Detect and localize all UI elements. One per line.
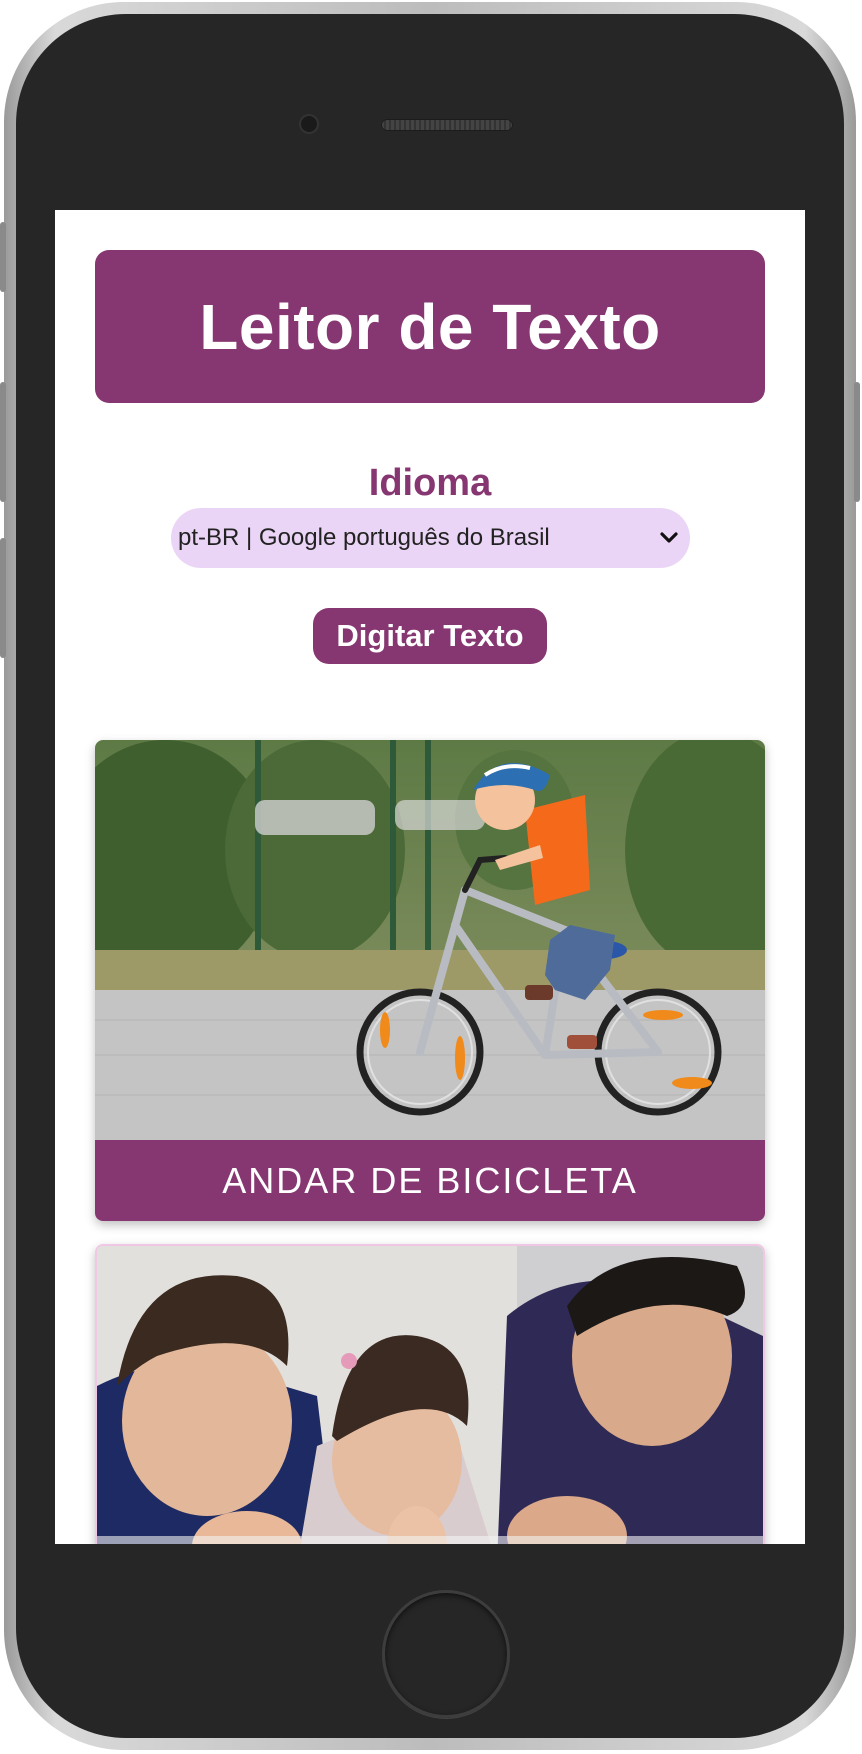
power-button xyxy=(854,382,860,502)
earpiece-speaker xyxy=(381,119,513,131)
home-button[interactable] xyxy=(382,1590,510,1718)
activity-card-prayer[interactable] xyxy=(95,1244,765,1544)
chevron-down-icon xyxy=(658,527,680,549)
volume-up-button xyxy=(0,382,6,502)
card-caption: ANDAR DE BICICLETA xyxy=(95,1140,765,1221)
activity-card-bicycle[interactable]: ANDAR DE BICICLETA xyxy=(95,740,765,1221)
app-header: Leitor de Texto xyxy=(95,250,765,403)
language-label: Idioma xyxy=(368,462,492,504)
bicycle-photo xyxy=(95,740,765,1140)
front-camera xyxy=(301,116,317,132)
language-select[interactable]: pt-BR | Google português do Brasil xyxy=(171,508,690,568)
volume-button xyxy=(0,222,6,292)
type-text-button[interactable]: Digitar Texto xyxy=(313,608,547,664)
language-select-value: pt-BR | Google português do Brasil xyxy=(178,524,550,551)
page-title: Leitor de Texto xyxy=(199,290,661,363)
volume-down-button xyxy=(0,538,6,658)
family-praying-photo xyxy=(97,1246,763,1544)
app-screen: Leitor de Texto Idioma pt-BR | Google po… xyxy=(55,210,805,1544)
